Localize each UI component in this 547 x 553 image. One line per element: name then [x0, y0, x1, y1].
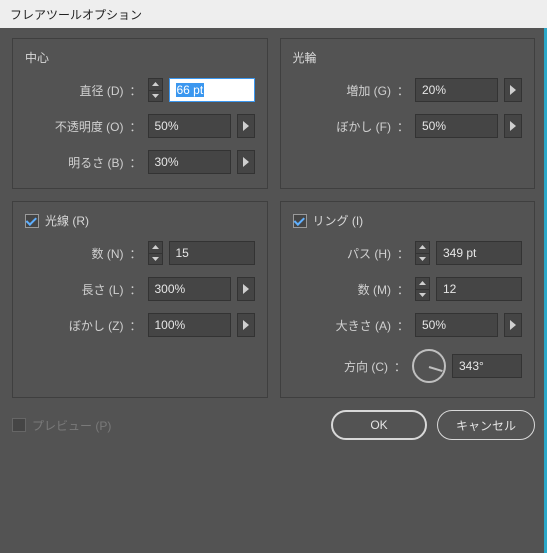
- diameter-spinner[interactable]: [148, 78, 163, 102]
- panel-center-title: 中心: [25, 49, 255, 66]
- rays-checkbox[interactable]: [25, 214, 39, 228]
- chevron-down-icon[interactable]: [149, 254, 162, 265]
- rings-checkbox[interactable]: [293, 214, 307, 228]
- opacity-input[interactable]: 50%: [148, 114, 231, 138]
- label-rings-size: 大きさ (A): [336, 317, 391, 334]
- panel-halo-title: 光輪: [293, 49, 523, 66]
- label-rings-path: パス (H): [347, 245, 391, 262]
- preview-option: プレビュー (P): [12, 417, 111, 434]
- panel-rays-title: 光線 (R): [45, 212, 89, 229]
- rays-count-spinner[interactable]: [148, 241, 163, 265]
- rays-count-input[interactable]: 15: [169, 241, 255, 265]
- diameter-step-up-icon[interactable]: [149, 79, 162, 91]
- label-diameter: 直径 (D): [79, 82, 123, 99]
- growth-input[interactable]: 20%: [415, 78, 498, 102]
- brightness-input[interactable]: 30%: [148, 150, 231, 174]
- rings-path-input[interactable]: 349 pt: [436, 241, 522, 265]
- diameter-step-down-icon[interactable]: [149, 91, 162, 102]
- growth-dropdown-button[interactable]: [504, 78, 522, 102]
- halo-blur-input[interactable]: 50%: [415, 114, 498, 138]
- chevron-up-icon[interactable]: [416, 242, 429, 254]
- rings-count-spinner[interactable]: [415, 277, 430, 301]
- panel-rays: 光線 (R) 数 (N) ： 15 長さ (L) ： 300% ぼかし (Z) …: [12, 201, 268, 398]
- rings-size-input[interactable]: 50%: [415, 313, 498, 337]
- ok-button[interactable]: OK: [331, 410, 427, 440]
- preview-label: プレビュー (P): [32, 417, 111, 434]
- dialog-content: 中心 直径 (D) ： 66 pt 不透明度 (O) ： 50% 明るさ (B)…: [0, 28, 547, 452]
- chevron-down-icon[interactable]: [416, 254, 429, 265]
- panel-center: 中心 直径 (D) ： 66 pt 不透明度 (O) ： 50% 明るさ (B)…: [12, 38, 268, 189]
- panel-rings-title: リング (I): [313, 212, 364, 229]
- rings-count-input[interactable]: 12: [436, 277, 522, 301]
- panel-halo: 光輪 増加 (G) ： 20% ぼかし (F) ： 50%: [280, 38, 536, 189]
- label-rays-length: 長さ (L): [81, 281, 123, 298]
- rings-size-dropdown-button[interactable]: [504, 313, 522, 337]
- title-bar: フレアツールオプション: [0, 0, 547, 28]
- rays-blur-dropdown-button[interactable]: [237, 313, 255, 337]
- opacity-dropdown-button[interactable]: [237, 114, 255, 138]
- label-halo-blur: ぼかし (F): [336, 118, 391, 135]
- chevron-up-icon[interactable]: [416, 278, 429, 290]
- label-brightness: 明るさ (B): [68, 154, 123, 171]
- chevron-up-icon[interactable]: [149, 242, 162, 254]
- chevron-down-icon[interactable]: [416, 290, 429, 301]
- rays-length-dropdown-button[interactable]: [237, 277, 255, 301]
- label-rings-count: 数 (M): [358, 281, 391, 298]
- label-rays-count: 数 (N): [91, 245, 123, 262]
- direction-angle-widget[interactable]: [412, 349, 446, 383]
- diameter-input[interactable]: 66 pt: [169, 78, 255, 102]
- panel-rings: リング (I) パス (H) ： 349 pt 数 (M) ： 12: [280, 201, 536, 398]
- direction-input[interactable]: 343°: [452, 354, 522, 378]
- rays-length-input[interactable]: 300%: [148, 277, 231, 301]
- label-opacity: 不透明度 (O): [55, 118, 124, 135]
- rays-blur-input[interactable]: 100%: [148, 313, 231, 337]
- preview-checkbox: [12, 418, 26, 432]
- rings-path-spinner[interactable]: [415, 241, 430, 265]
- window-title: フレアツールオプション: [10, 8, 142, 22]
- brightness-dropdown-button[interactable]: [237, 150, 255, 174]
- cancel-button[interactable]: キャンセル: [437, 410, 535, 440]
- label-rings-direction: 方向 (C): [344, 358, 388, 375]
- label-rays-blur: ぼかし (Z): [69, 317, 124, 334]
- label-growth: 増加 (G): [346, 82, 391, 99]
- halo-blur-dropdown-button[interactable]: [504, 114, 522, 138]
